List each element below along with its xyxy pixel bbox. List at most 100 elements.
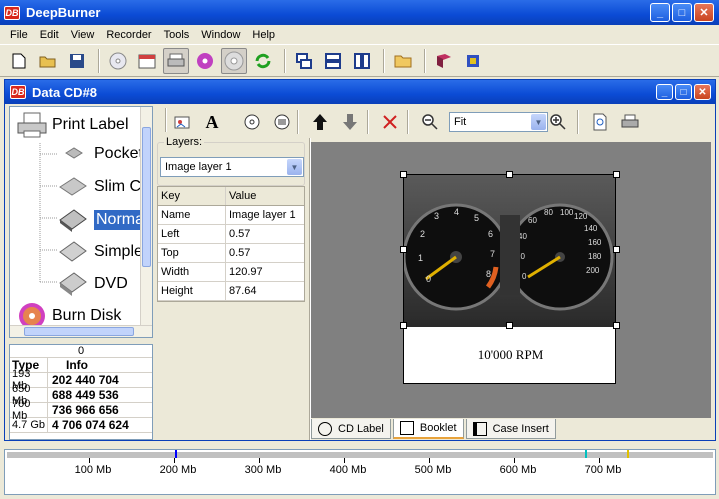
print-preview-icon[interactable]: [587, 110, 613, 134]
open-icon[interactable]: [35, 48, 61, 74]
ruler-label: 300 Mb: [244, 464, 282, 476]
svg-text:8: 8: [486, 269, 491, 279]
prop-value[interactable]: 0.57: [226, 225, 250, 243]
info-counter: 0: [10, 345, 152, 358]
table-row[interactable]: Left 0.57: [158, 225, 304, 244]
layers-group: Layers: Image layer 1 ▼: [157, 136, 305, 186]
tab-case-insert[interactable]: Case Insert: [465, 419, 556, 439]
maximize-button[interactable]: □: [672, 3, 692, 22]
text-tool-icon[interactable]: A: [199, 110, 225, 134]
disc-add-icon[interactable]: [239, 110, 265, 134]
save-icon[interactable]: [64, 48, 90, 74]
scroll-thumb[interactable]: [24, 327, 134, 336]
table-row[interactable]: Name Image layer 1: [158, 206, 304, 225]
disc-list-icon[interactable]: [269, 110, 295, 134]
refresh-icon[interactable]: [250, 48, 276, 74]
tab-label: Booklet: [419, 422, 457, 434]
menu-help[interactable]: Help: [246, 29, 281, 41]
resize-handle[interactable]: [400, 322, 407, 329]
resize-handle[interactable]: [506, 171, 513, 178]
toolbar-separator: [383, 48, 385, 73]
svg-text:0: 0: [522, 272, 527, 281]
resize-handle[interactable]: [613, 246, 620, 253]
zoom-in-icon[interactable]: [545, 110, 571, 134]
calendar-icon[interactable]: [134, 48, 160, 74]
move-down-icon[interactable]: [337, 110, 363, 134]
booklet-page[interactable]: 012345678 0 20 40 60 80 100 120 140 160 180 200 10…: [403, 174, 616, 384]
resize-handle[interactable]: [506, 322, 513, 329]
help-cube-icon[interactable]: [460, 48, 486, 74]
header-key: Key: [158, 187, 226, 205]
svg-text:6: 6: [488, 229, 493, 239]
image-tool-icon[interactable]: [169, 110, 195, 134]
delete-icon[interactable]: [377, 110, 403, 134]
menu-file[interactable]: File: [4, 29, 34, 41]
ruler-label: 700 Mb: [584, 464, 622, 476]
tree-horizontal-scrollbar[interactable]: [10, 325, 152, 337]
main-toolbar: [0, 44, 719, 77]
doc-minimize-button[interactable]: _: [656, 84, 673, 100]
case-icon: [59, 209, 87, 232]
tab-cd-label[interactable]: CD Label: [311, 419, 391, 439]
prop-key: Top: [158, 244, 226, 262]
capacity-bar: [7, 452, 713, 458]
tile-vertical-icon[interactable]: [349, 48, 375, 74]
svg-text:80: 80: [544, 208, 553, 217]
printer-icon[interactable]: [163, 47, 189, 74]
resize-handle[interactable]: [613, 171, 620, 178]
speedometer-image[interactable]: 0123 45678 020406080 100 120140160180200: [404, 175, 616, 327]
resize-handle[interactable]: [613, 322, 620, 329]
scroll-thumb[interactable]: [142, 127, 151, 267]
table-row[interactable]: Height 87.64: [158, 282, 304, 301]
disc-gray-icon[interactable]: [221, 47, 247, 74]
svg-text:4: 4: [454, 207, 459, 217]
tile-horizontal-icon[interactable]: [320, 48, 346, 74]
table-row[interactable]: Width 120.97: [158, 263, 304, 282]
chevron-down-icon[interactable]: ▼: [287, 159, 302, 175]
resize-handle[interactable]: [400, 171, 407, 178]
zoom-select[interactable]: Fit ▼: [449, 112, 548, 132]
menu-window[interactable]: Window: [195, 29, 246, 41]
label-preview-canvas[interactable]: 012345678 0 20 40 60 80 100 120 140 160 180 200 10…: [311, 142, 711, 418]
layer-select[interactable]: Image layer 1 ▼: [160, 157, 304, 177]
case-icon: [59, 272, 87, 296]
resize-handle[interactable]: [400, 246, 407, 253]
label-caption-text[interactable]: 10'000 RPM: [404, 347, 615, 363]
tree-vertical-scrollbar[interactable]: [140, 107, 152, 325]
tree-item-normal[interactable]: Normal: [58, 207, 150, 233]
prop-value[interactable]: Image layer 1: [226, 206, 296, 224]
menu-tools[interactable]: Tools: [158, 29, 196, 41]
ruler-label: 400 Mb: [329, 464, 367, 476]
tree-item-simple[interactable]: Simple: [58, 239, 143, 265]
zoom-out-icon[interactable]: [417, 110, 443, 134]
cascade-icon[interactable]: [291, 48, 317, 74]
table-row[interactable]: Top 0.57: [158, 244, 304, 263]
book-icon[interactable]: [431, 48, 457, 74]
move-up-icon[interactable]: [307, 110, 333, 134]
close-button[interactable]: ✕: [694, 3, 714, 22]
doc-maximize-button[interactable]: □: [675, 84, 692, 100]
document-title: Data CD#8: [32, 84, 98, 100]
tree-item-dvd[interactable]: DVD: [58, 271, 128, 297]
tree-item-pocket[interactable]: Pocket: [58, 143, 143, 165]
cd-icon[interactable]: [105, 48, 131, 74]
tree-item-slim[interactable]: Slim Cl: [58, 175, 145, 199]
chevron-down-icon[interactable]: ▼: [531, 114, 546, 130]
doc-close-button[interactable]: ✕: [694, 84, 711, 100]
menu-recorder[interactable]: Recorder: [100, 29, 157, 41]
prop-value[interactable]: 0.57: [226, 244, 250, 262]
ruler-tick: [599, 458, 600, 463]
folder-icon[interactable]: [390, 48, 416, 74]
prop-value[interactable]: 87.64: [226, 282, 257, 300]
prop-value[interactable]: 120.97: [226, 263, 263, 281]
multimedia-disc-icon[interactable]: [192, 48, 218, 74]
document-window: DB Data CD#8 _ □ ✕ Print Label Pocket Sl…: [4, 79, 716, 441]
menu-edit[interactable]: Edit: [34, 29, 65, 41]
info-value: 4 706 074 624: [52, 418, 129, 432]
new-icon[interactable]: [6, 48, 32, 74]
menu-view[interactable]: View: [65, 29, 101, 41]
tab-booklet[interactable]: Booklet: [392, 419, 464, 439]
minimize-button[interactable]: _: [650, 3, 670, 22]
print-icon[interactable]: [617, 110, 643, 134]
svg-text:140: 140: [584, 224, 598, 233]
